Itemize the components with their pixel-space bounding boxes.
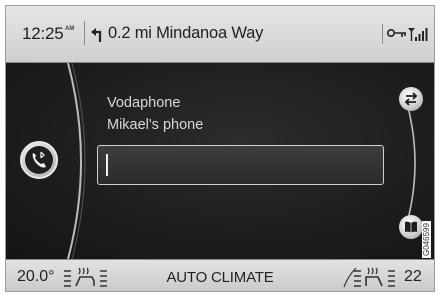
signal-strength-icon — [408, 28, 428, 41]
swap-icon — [404, 92, 418, 106]
connected-device: Mikael's phone — [107, 117, 204, 133]
phone-number-field[interactable] — [97, 145, 384, 185]
figure-code: G046599 — [422, 221, 431, 258]
divider — [382, 24, 383, 44]
network-operator: Vodaphone — [107, 95, 181, 111]
am-pm-indicator: AM — [65, 26, 75, 32]
divider — [84, 21, 85, 45]
phone-panel: Vodaphone Mikael's phone — [6, 63, 434, 259]
status-bar: 12:25 AM 0.2 mi Mindanoa Way — [6, 6, 434, 63]
climate-bar: 20.0° AUTO CLIMATE 22 — [6, 259, 434, 291]
text-cursor — [106, 154, 108, 176]
phone-button[interactable] — [20, 141, 58, 179]
turn-left-arrow-icon — [91, 28, 102, 42]
seat-heat-right-icon[interactable] — [342, 266, 400, 288]
phonebook-button[interactable] — [399, 215, 423, 239]
navigation-instruction[interactable]: 0.2 mi Mindanoa Way — [108, 24, 263, 43]
bluetooth-phone-icon — [25, 146, 53, 174]
infotainment-screen: 12:25 AM 0.2 mi Mindanoa Way Vodaphone M… — [5, 5, 435, 292]
phonebook-icon — [405, 221, 417, 233]
temperature-right[interactable]: 22 — [404, 268, 422, 286]
swap-button[interactable] — [399, 87, 423, 111]
decorative-arc — [406, 103, 416, 223]
clock: 12:25 — [22, 24, 64, 43]
key-icon — [387, 29, 406, 37]
